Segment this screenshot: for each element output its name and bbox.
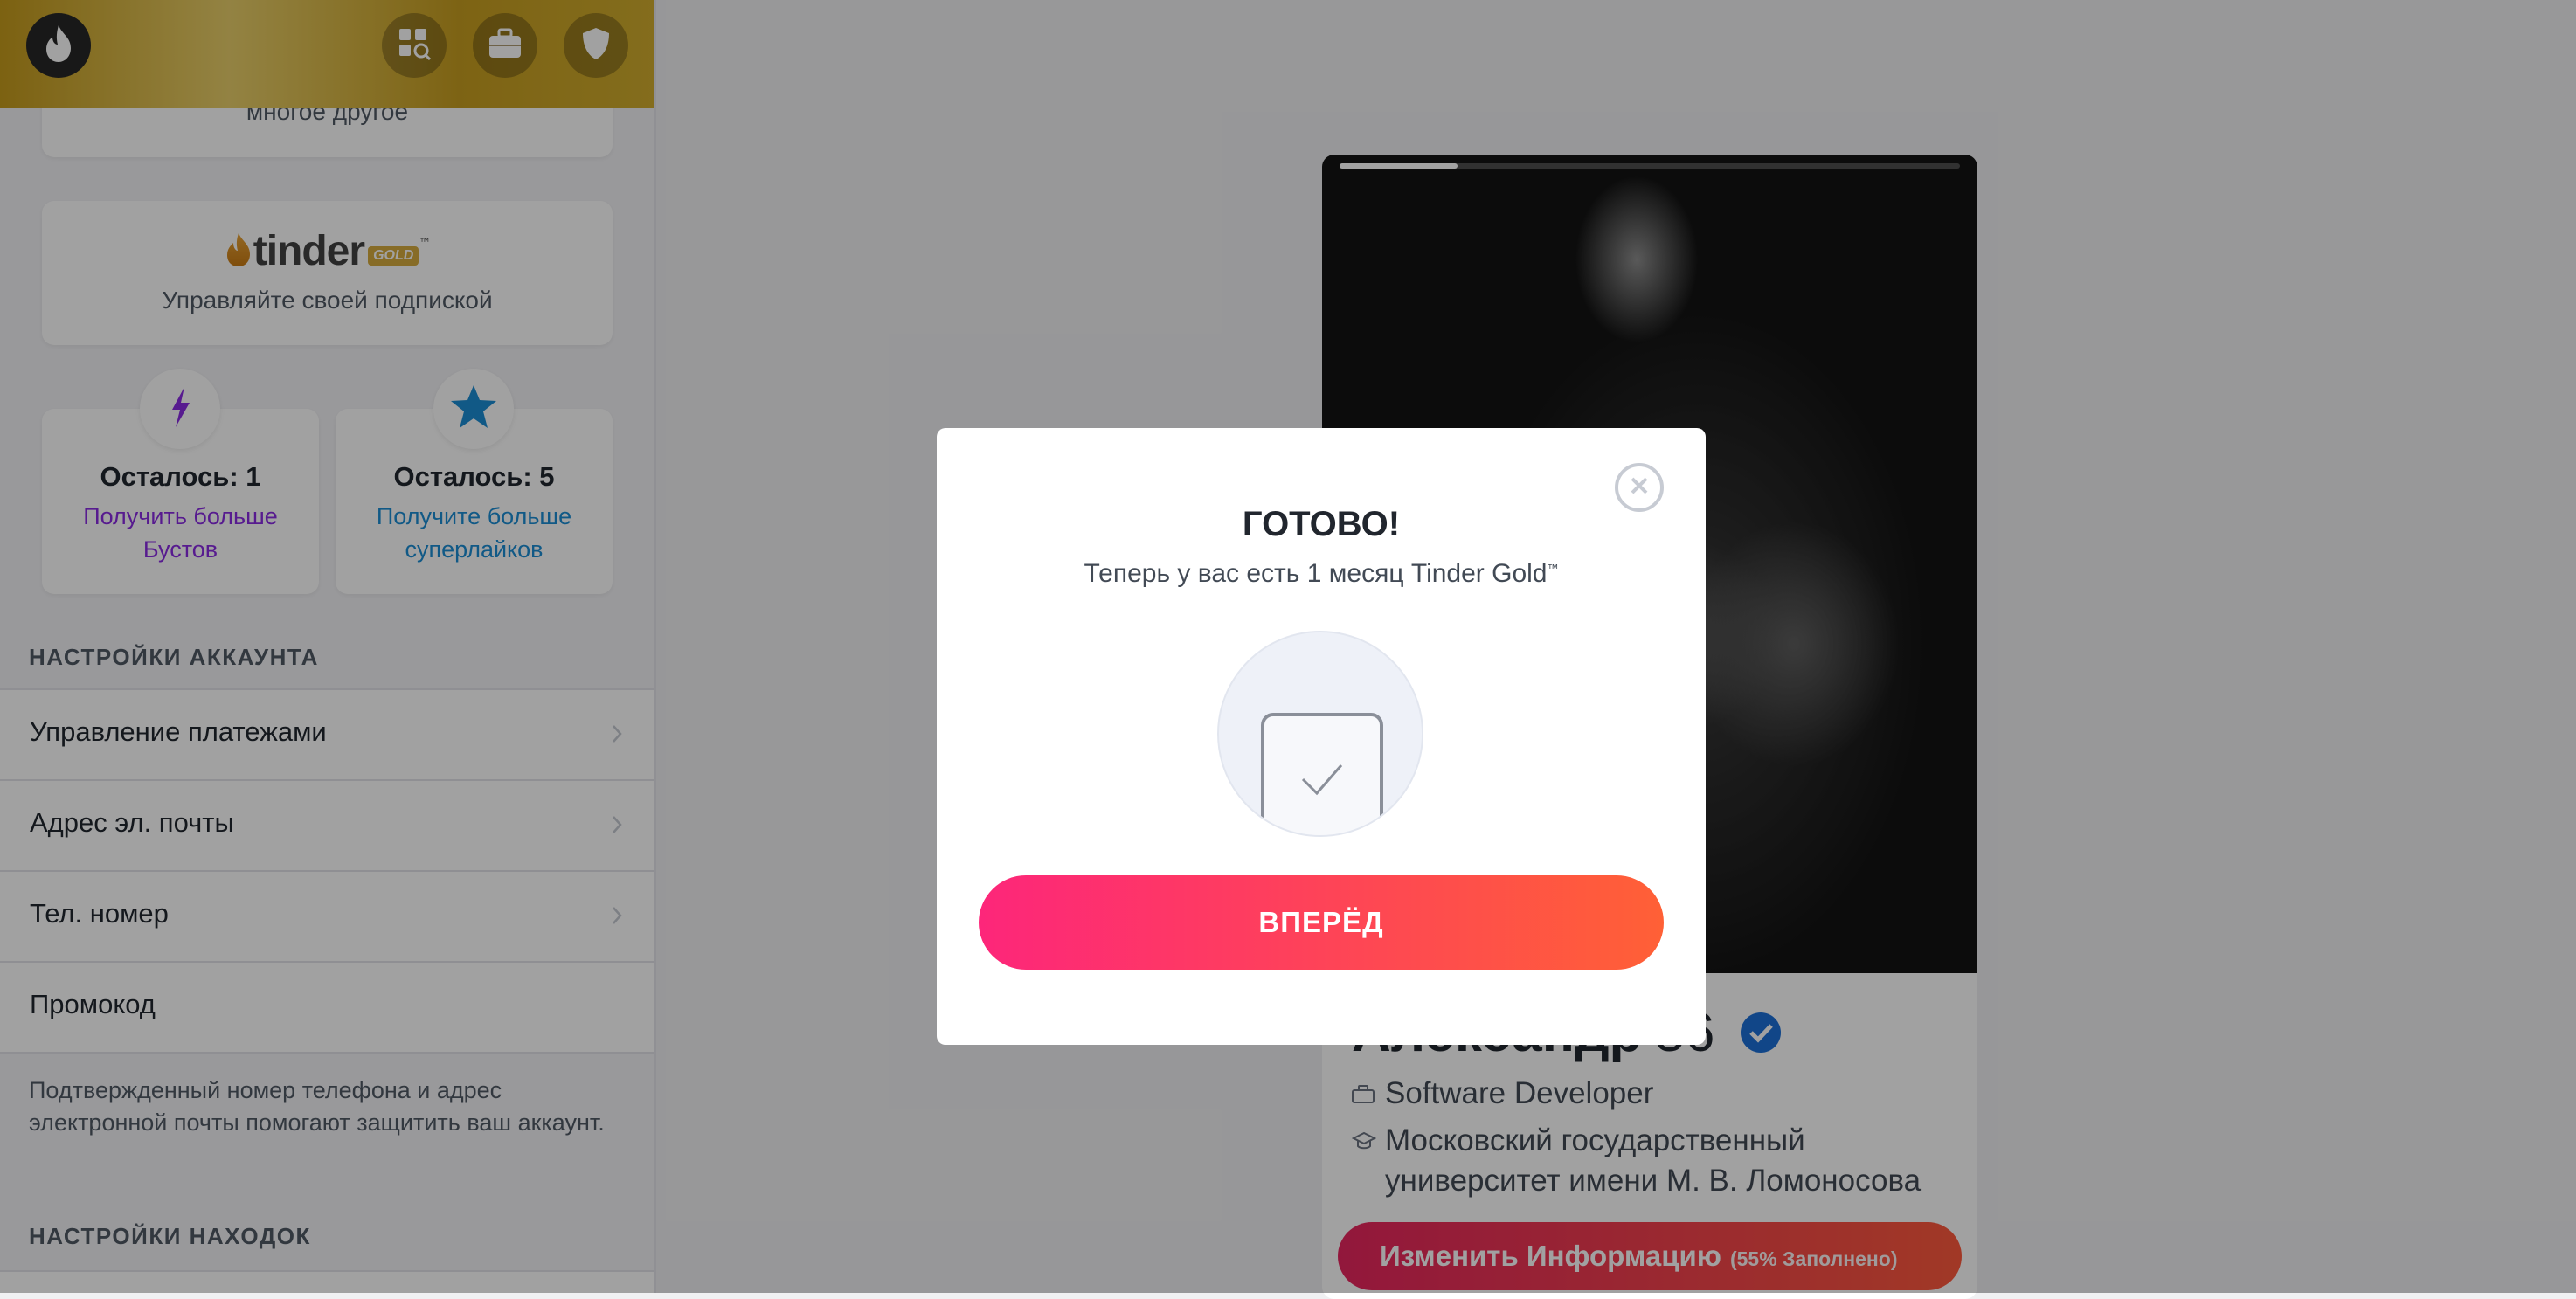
success-illustration — [1217, 631, 1423, 837]
modal-subtitle-text: Теперь у вас есть 1 месяц Tinder Gold — [1084, 559, 1548, 588]
gold-activated-modal: ГОТОВО! Теперь у вас есть 1 месяц Tinder… — [937, 428, 1706, 1045]
checkmark-icon — [1298, 758, 1347, 804]
close-icon — [1629, 475, 1650, 500]
trademark: ™ — [1547, 562, 1559, 575]
phone-illustration — [1261, 713, 1383, 835]
modal-title: ГОТОВО! — [1242, 505, 1401, 543]
modal-subtitle: Теперь у вас есть 1 месяц Tinder Gold™ — [937, 559, 1706, 589]
continue-button[interactable]: ВПЕРЁД — [979, 875, 1664, 970]
